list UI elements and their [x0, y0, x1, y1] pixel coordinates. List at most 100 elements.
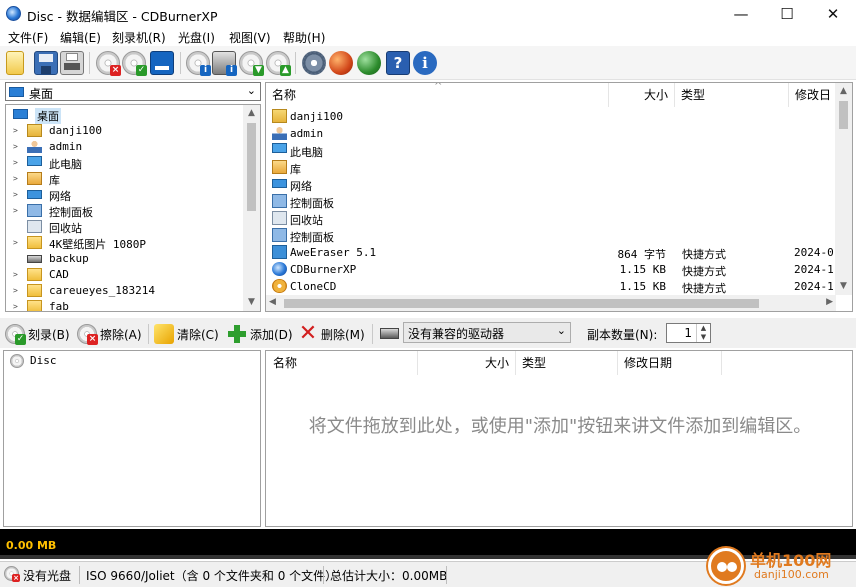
compile-tree[interactable]: Disc: [3, 350, 261, 527]
tree-item[interactable]: 回收站: [6, 219, 246, 235]
eject-icon[interactable]: ▼: [239, 51, 264, 76]
erase-button[interactable]: × 擦除(A): [77, 323, 142, 345]
tree-item[interactable]: > admin: [6, 139, 246, 155]
file-hscrollbar[interactable]: ◀ ▶: [266, 295, 836, 311]
total-size-status: 总估计大小：0.00MB: [330, 569, 448, 583]
menu-view[interactable]: 视图(V): [229, 29, 271, 46]
disc-info-icon[interactable]: [150, 51, 174, 75]
menu-help[interactable]: 帮助(H): [283, 29, 325, 46]
refresh-icon[interactable]: [357, 51, 381, 75]
expand-chevron-icon[interactable]: >: [13, 286, 18, 295]
tree-item[interactable]: backup: [6, 251, 246, 267]
window-title: Disc - 数据编辑区 - CDBurnerXP: [27, 9, 218, 24]
location-label: 桌面: [29, 87, 54, 101]
burn-icon[interactable]: [329, 51, 353, 75]
expand-chevron-icon[interactable]: >: [13, 302, 18, 311]
add-button[interactable]: 添加(D): [227, 323, 293, 345]
maximize-button[interactable]: ☐: [764, 0, 810, 28]
drive-select[interactable]: 没有兼容的驱动器 ⌄: [403, 322, 571, 343]
drive-icon: [380, 328, 399, 339]
scroll-left-arrow[interactable]: ◀: [269, 297, 276, 307]
menu-file[interactable]: 文件(F): [8, 29, 48, 46]
scroll-up-arrow[interactable]: ▲: [243, 105, 260, 122]
menu-recorder[interactable]: 刻录机(R): [112, 29, 166, 46]
col-size-header[interactable]: 大小: [418, 351, 516, 375]
file-name: 控制面板: [290, 197, 334, 210]
print-icon[interactable]: [60, 51, 84, 75]
col-name-header[interactable]: 名称: [266, 351, 418, 375]
tree-item[interactable]: > danji100: [6, 123, 246, 139]
new-icon[interactable]: [6, 51, 24, 75]
file-row[interactable]: 网络: [266, 176, 836, 193]
tree-item[interactable]: > 库: [6, 171, 246, 187]
menu-edit[interactable]: 编辑(E): [60, 29, 101, 46]
sort-asc-icon: ^: [434, 82, 443, 92]
tree-item[interactable]: > 控制面板: [6, 203, 246, 219]
drive-icon[interactable]: i: [212, 51, 237, 76]
load-icon[interactable]: ▲: [266, 51, 291, 76]
col-size-header[interactable]: 大小: [609, 83, 675, 107]
file-row[interactable]: 控制面板: [266, 227, 836, 244]
erase-disc-icon[interactable]: ×: [96, 51, 121, 76]
file-size: 864 字节: [617, 248, 667, 261]
file-row[interactable]: admin: [266, 125, 836, 142]
file-row[interactable]: CloneCD 1.15 KB 快捷方式 2024-1: [266, 278, 836, 295]
menu-disc[interactable]: 光盘(I): [178, 29, 215, 46]
save-icon[interactable]: [34, 51, 58, 75]
info-icon[interactable]: i: [413, 51, 437, 75]
scroll-down-arrow[interactable]: ▼: [243, 294, 260, 311]
scroll-up-arrow[interactable]: ▲: [835, 83, 852, 100]
drive-info-icon[interactable]: i: [186, 51, 211, 76]
file-row[interactable]: 此电脑: [266, 142, 836, 159]
tree-item[interactable]: > CAD: [6, 267, 246, 283]
file-vscrollbar[interactable]: ▲ ▼: [835, 83, 852, 295]
finalize-disc-icon[interactable]: ✓: [122, 51, 147, 76]
scroll-thumb[interactable]: [247, 123, 256, 211]
copies-stepper[interactable]: 1 ▲ ▼: [666, 323, 711, 343]
file-list[interactable]: 名称 ^ 大小 类型 修改日 danji100 admin 此电脑库网络 控制面板 回收…: [265, 82, 853, 312]
location-dropdown[interactable]: 桌面 ⌄: [5, 82, 261, 101]
scroll-thumb[interactable]: [284, 299, 759, 308]
file-row[interactable]: 回收站: [266, 210, 836, 227]
file-row[interactable]: 控制面板: [266, 193, 836, 210]
tree-item[interactable]: 桌面: [6, 107, 246, 124]
settings-icon[interactable]: [302, 51, 326, 75]
col-modified-header[interactable]: 修改日期: [618, 351, 722, 375]
expand-chevron-icon[interactable]: >: [13, 270, 18, 279]
tree-item[interactable]: >4K壁纸图片 1080P: [6, 235, 246, 251]
folder-tree[interactable]: 桌面 > danji100 > admin > 此电脑 > 库 > 网络 > 控制面板 回收站 >4K壁纸图…: [5, 104, 261, 312]
file-row[interactable]: danji100: [266, 108, 836, 125]
expand-chevron-icon[interactable]: >: [13, 142, 18, 151]
tree-item[interactable]: > 网络: [6, 187, 246, 203]
col-type-header[interactable]: 类型: [675, 83, 789, 107]
col-modified-header[interactable]: 修改日: [789, 83, 837, 107]
file-row[interactable]: AweEraser 5.1 864 字节 快捷方式 2024-0: [266, 244, 836, 261]
scroll-right-arrow[interactable]: ▶: [826, 297, 833, 307]
file-row[interactable]: CDBurnerXP 1.15 KB 快捷方式 2024-1: [266, 261, 836, 278]
clear-button[interactable]: 清除(C): [154, 323, 219, 345]
expand-chevron-icon[interactable]: >: [13, 158, 18, 167]
expand-chevron-icon[interactable]: >: [13, 126, 18, 135]
expand-chevron-icon[interactable]: >: [13, 238, 18, 247]
file-row[interactable]: 库: [266, 159, 836, 176]
computer-icon: [27, 156, 42, 166]
disc-root-label[interactable]: Disc: [30, 354, 57, 367]
tree-item[interactable]: > careueyes_183214: [6, 283, 246, 299]
scroll-thumb[interactable]: [839, 101, 848, 129]
delete-button[interactable]: ✕ 删除(M): [298, 323, 365, 345]
tree-scrollbar[interactable]: ▲ ▼: [243, 105, 260, 311]
tree-item[interactable]: > fab: [6, 299, 246, 311]
burn-button[interactable]: ✓ 刻录(B): [5, 323, 70, 345]
tree-item-label: 库: [49, 174, 60, 187]
minimize-button[interactable]: —: [718, 0, 764, 28]
tree-item[interactable]: > 此电脑: [6, 155, 246, 171]
col-type-header[interactable]: 类型: [516, 351, 618, 375]
spin-arrows-icon[interactable]: ▲ ▼: [696, 324, 710, 342]
help-icon[interactable]: ?: [386, 51, 410, 75]
scroll-down-arrow[interactable]: ▼: [835, 278, 852, 295]
close-button[interactable]: ✕: [810, 0, 856, 28]
compile-list[interactable]: 名称 大小 类型 修改日期 将文件拖放到此处，或使用"添加"按钮来讲文件添加到编…: [265, 350, 853, 527]
expand-chevron-icon[interactable]: >: [13, 174, 18, 183]
expand-chevron-icon[interactable]: >: [13, 190, 18, 199]
expand-chevron-icon[interactable]: >: [13, 206, 18, 215]
